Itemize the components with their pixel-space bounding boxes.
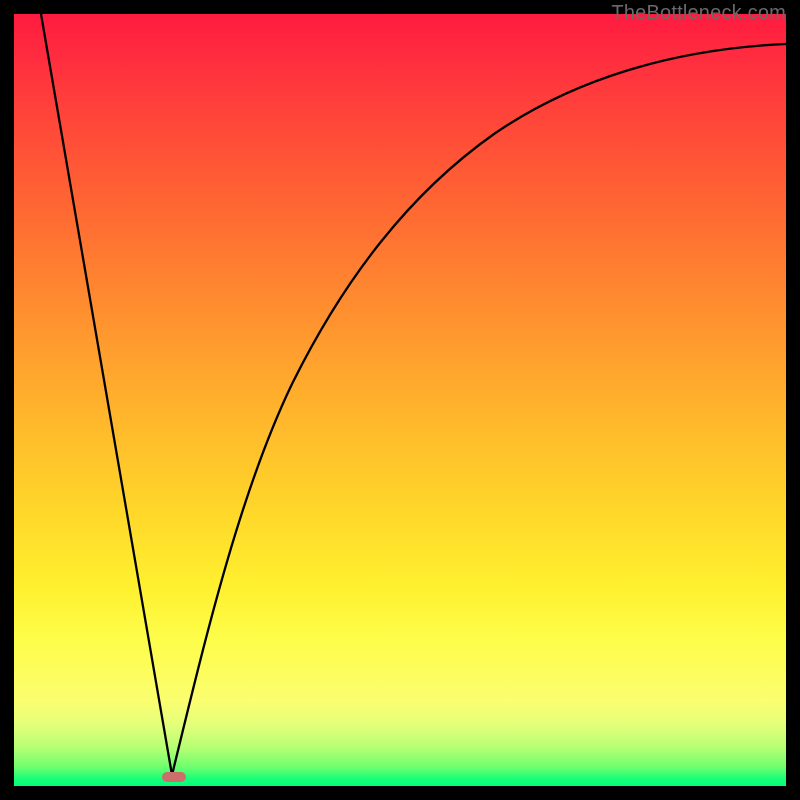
watermark-text: TheBottleneck.com [611, 2, 786, 25]
bottleneck-curve [14, 14, 786, 786]
curve-left-descent [41, 14, 172, 775]
plot-area [14, 14, 786, 786]
optimum-marker [162, 772, 186, 782]
curve-right-rise [172, 44, 786, 775]
